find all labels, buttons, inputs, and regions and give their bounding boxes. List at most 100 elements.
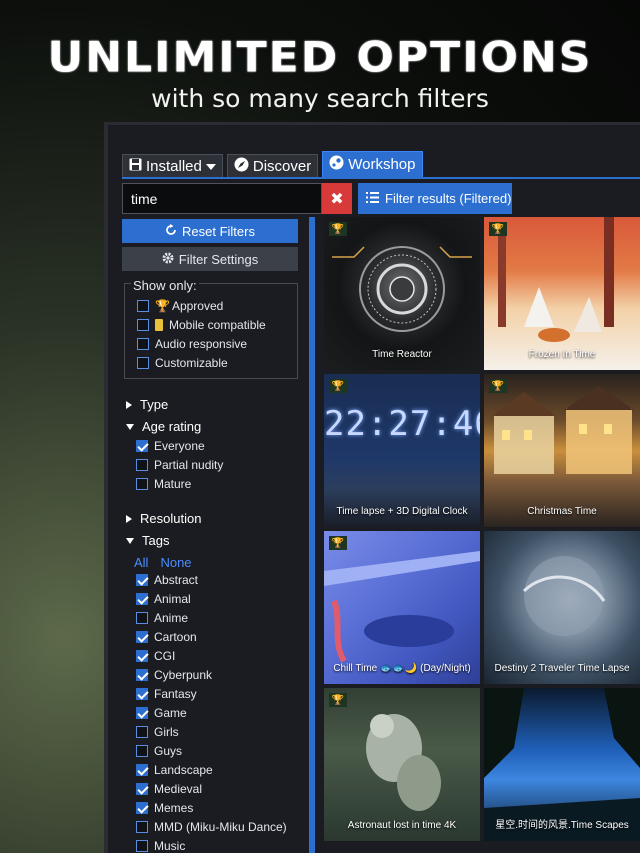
tag-option[interactable]: Music — [136, 839, 185, 853]
digital-clock-readout: 22:27:46 — [324, 404, 480, 444]
tab-workshop[interactable]: Workshop — [322, 151, 423, 178]
tag-option-label: Medieval — [154, 782, 203, 796]
checkbox[interactable] — [136, 764, 148, 776]
section-resolution[interactable]: Resolution — [126, 511, 201, 526]
tag-option[interactable]: Girls — [136, 725, 179, 739]
wallpaper-title: Astronaut lost in time 4K — [347, 820, 457, 831]
search-input[interactable] — [122, 183, 322, 214]
checkbox[interactable] — [136, 840, 148, 852]
checkbox[interactable] — [136, 631, 148, 643]
save-icon — [129, 158, 142, 175]
checkbox[interactable] — [136, 802, 148, 814]
tag-option-label: Fantasy — [154, 687, 197, 701]
winter-forest-art — [498, 217, 614, 342]
wallpaper-title: Time lapse + 3D Digital Clock — [336, 506, 468, 517]
tab-discover-label: Discover — [252, 157, 312, 175]
filter-approved[interactable]: 🏆 Approved — [137, 299, 223, 313]
tags-select-links: All None — [134, 555, 192, 570]
section-type[interactable]: Type — [126, 397, 168, 412]
checkbox[interactable] — [136, 593, 148, 605]
tags-all-link[interactable]: All — [134, 555, 148, 570]
tags-none-link[interactable]: None — [160, 555, 191, 570]
checkbox[interactable] — [136, 669, 148, 681]
wallpaper-title: Chill Time 🐟🐟🌙 (Day/Night) — [333, 663, 471, 674]
filter-audio-responsive[interactable]: Audio responsive — [137, 337, 247, 351]
checkbox[interactable] — [136, 821, 148, 833]
clear-search-button[interactable]: ✖ — [322, 183, 352, 214]
checkbox[interactable] — [137, 357, 149, 369]
show-only-title: Show only: — [131, 278, 199, 293]
checkbox[interactable] — [136, 478, 148, 490]
checkbox[interactable] — [136, 612, 148, 624]
tag-option-label: Cartoon — [154, 630, 197, 644]
tag-option[interactable]: Guys — [136, 744, 182, 758]
age-rating-option[interactable]: Mature — [136, 477, 191, 491]
close-icon: ✖ — [330, 190, 344, 208]
tag-option[interactable]: Anime — [136, 611, 188, 625]
wallpaper-title: 星空.时间的风景.Time Scapes — [495, 820, 629, 831]
checkbox[interactable] — [136, 707, 148, 719]
tag-option-label: Memes — [154, 801, 194, 815]
tag-option[interactable]: Cyberpunk — [136, 668, 212, 682]
checkbox[interactable] — [136, 440, 148, 452]
checkbox[interactable] — [137, 300, 149, 312]
tag-option[interactable]: Memes — [136, 801, 193, 815]
chevron-right-icon — [126, 400, 132, 409]
section-age-rating[interactable]: Age rating — [126, 419, 201, 434]
tag-option[interactable]: Animal — [136, 592, 191, 606]
tag-option[interactable]: Landscape — [136, 763, 213, 777]
tag-option-label: Animal — [154, 592, 191, 606]
checkbox[interactable] — [136, 745, 148, 757]
filter-approved-label: Approved — [171, 299, 224, 313]
wallpaper-card[interactable]: 星空.时间的风景.Time Scapes — [484, 688, 640, 841]
wallpaper-card[interactable]: 🏆 Time Reactor — [324, 217, 480, 370]
wallpaper-card[interactable]: 🏆 Christmas Time — [484, 374, 640, 527]
tag-option[interactable]: Medieval — [136, 782, 202, 796]
section-tags[interactable]: Tags — [126, 533, 169, 548]
checkbox[interactable] — [136, 459, 148, 471]
tag-option-label: Landscape — [154, 763, 213, 777]
checkbox[interactable] — [137, 338, 149, 350]
reset-filters-button[interactable]: Reset Filters — [122, 219, 298, 243]
tag-option-label: Game — [154, 706, 187, 720]
approved-trophy-icon: 🏆 — [329, 379, 347, 393]
traveler-art — [522, 556, 606, 636]
wallpaper-card[interactable]: 🏆 Frozen In Time — [484, 217, 640, 370]
age-rating-option[interactable]: Everyone — [136, 439, 205, 453]
tag-option[interactable]: Abstract — [136, 573, 198, 587]
filter-mobile-label: Mobile compatible — [169, 318, 266, 332]
checkbox[interactable] — [136, 650, 148, 662]
checkbox[interactable] — [137, 319, 149, 331]
tag-option[interactable]: MMD (Miku-Miku Dance) — [136, 820, 287, 834]
wallpaper-card[interactable]: Destiny 2 Traveler Time Lapse — [484, 531, 640, 684]
section-resolution-label: Resolution — [140, 511, 202, 526]
tag-option-label: Girls — [154, 725, 179, 739]
filter-results-button[interactable]: Filter results (Filtered) — [358, 183, 512, 214]
age-rating-option[interactable]: Partial nudity — [136, 458, 223, 472]
sidebar-scrollbar[interactable] — [309, 217, 315, 853]
list-filter-icon — [366, 191, 379, 206]
tag-option[interactable]: Fantasy — [136, 687, 197, 701]
wallpaper-card[interactable]: 🏆 22:27:46 Time lapse + 3D Digital Clock — [324, 374, 480, 527]
approved-trophy-icon: 🏆 — [329, 693, 347, 707]
approved-trophy-icon: 🏆 — [489, 379, 507, 393]
filter-settings-label: Filter Settings — [178, 251, 259, 267]
checkbox[interactable] — [136, 574, 148, 586]
wallpaper-title: Destiny 2 Traveler Time Lapse — [494, 663, 630, 674]
tag-option-label: MMD (Miku-Miku Dance) — [154, 820, 287, 834]
wallpaper-card[interactable]: 🏆 Chill Time 🐟🐟🌙 (Day/Night) — [324, 531, 480, 684]
tab-workshop-label: Workshop — [348, 156, 416, 173]
tag-option[interactable]: Game — [136, 706, 187, 720]
checkbox[interactable] — [136, 688, 148, 700]
filter-settings-button[interactable]: Filter Settings — [122, 247, 298, 271]
tag-option[interactable]: Cartoon — [136, 630, 197, 644]
tab-installed[interactable]: Installed — [122, 154, 223, 178]
checkbox[interactable] — [136, 783, 148, 795]
phone-icon — [155, 319, 163, 331]
tab-discover[interactable]: Discover — [226, 154, 319, 178]
filter-mobile-compatible[interactable]: Mobile compatible — [137, 318, 266, 332]
tag-option[interactable]: CGI — [136, 649, 175, 663]
filter-customizable[interactable]: Customizable — [137, 356, 228, 370]
checkbox[interactable] — [136, 726, 148, 738]
wallpaper-card[interactable]: 🏆 Astronaut lost in time 4K — [324, 688, 480, 841]
